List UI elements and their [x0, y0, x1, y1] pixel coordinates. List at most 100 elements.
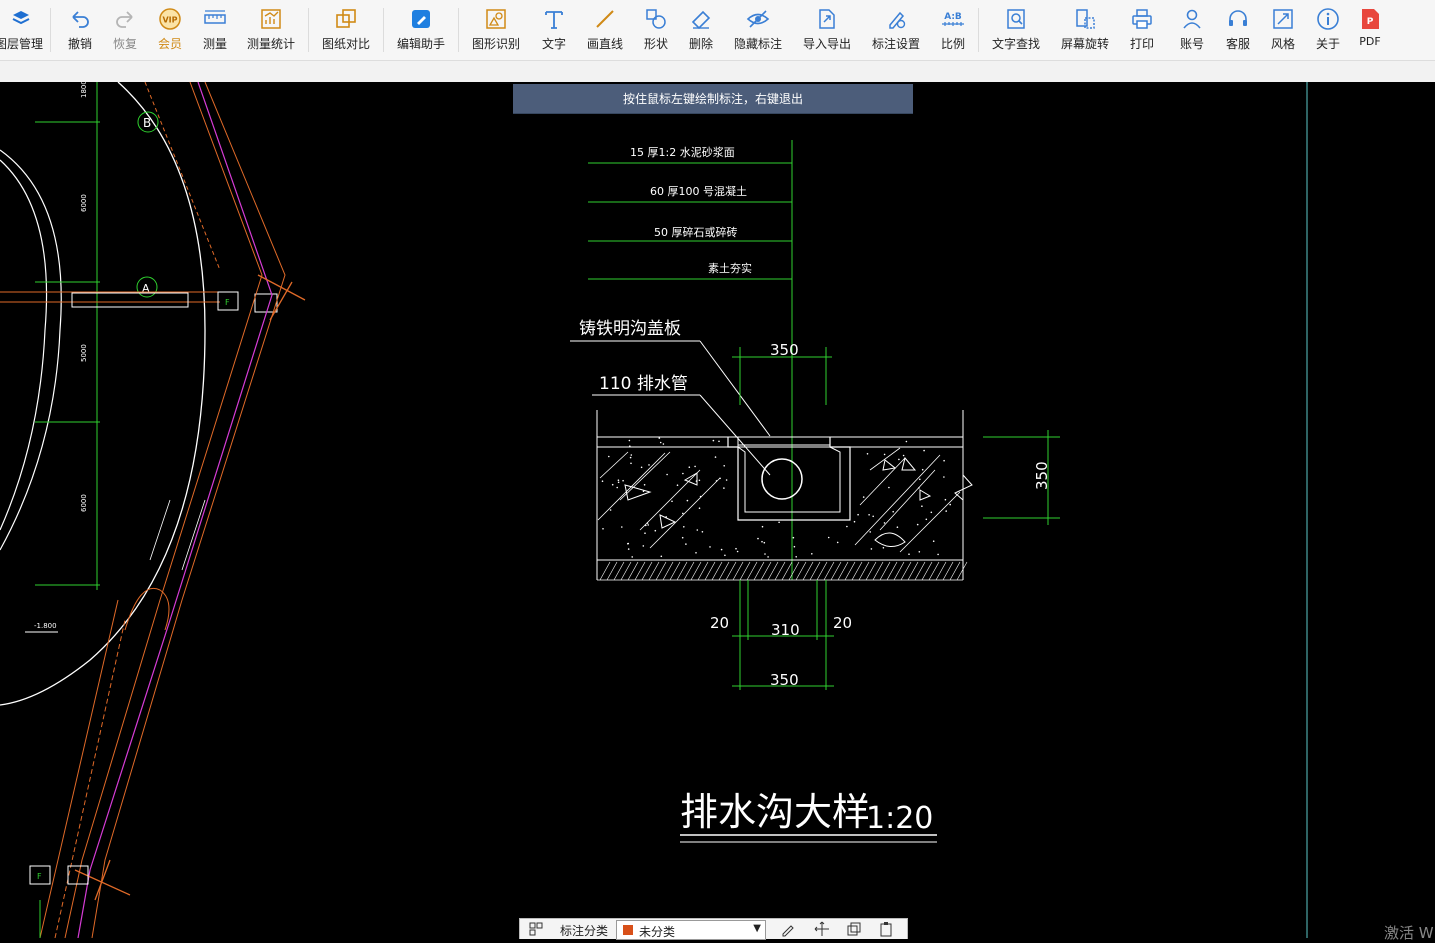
text-icon	[541, 6, 567, 32]
user-icon	[1179, 6, 1205, 32]
toolbar-label: 标注设置	[871, 37, 920, 51]
activation-watermark: 激活 W	[1384, 924, 1434, 942]
dim-mid-310: 310	[771, 621, 800, 639]
draw-line-button[interactable]: 画直线	[585, 6, 625, 56]
layout-icon[interactable]	[528, 921, 544, 937]
plan-mark-f2: F	[37, 872, 42, 881]
import-export-button[interactable]: 导入导出	[802, 6, 852, 56]
paste-icon[interactable]	[878, 921, 894, 937]
redo-icon	[112, 6, 138, 32]
line-icon	[592, 6, 618, 32]
pdf-button[interactable]: P PDF	[1357, 6, 1383, 56]
headset-icon	[1225, 6, 1251, 32]
delete-button[interactable]: 删除	[687, 6, 715, 56]
undo-button[interactable]: 撤销	[66, 6, 94, 56]
shape-recognize-button[interactable]: 图形识别	[471, 6, 521, 56]
layer-label-3: 50 厚碎石或碎砖	[654, 225, 738, 239]
text-search-icon	[1003, 6, 1029, 32]
vip-icon: VIP	[157, 6, 183, 32]
toolbar-label: 导入导出	[802, 37, 851, 51]
category-select[interactable]: 未分类 ▼	[616, 920, 766, 940]
toolbar-label: 图形识别	[471, 37, 520, 51]
layer-manager-button[interactable]: 图层管理	[0, 6, 44, 56]
pipe-label: 110 排水管	[599, 374, 688, 394]
toolbar-label: 屏幕旋转	[1060, 37, 1109, 51]
shapes-button[interactable]: 形状	[642, 6, 670, 56]
category-select-value: 未分类	[639, 925, 676, 939]
toolbar-label: 关于	[1315, 37, 1340, 51]
toolbar-label: 图纸对比	[321, 37, 370, 51]
plan-dim-5000: 5000	[80, 344, 88, 362]
compare-drawings-button[interactable]: 图纸对比	[321, 6, 371, 56]
toolbar-label: 比例	[940, 37, 965, 51]
toolbar-label: 打印	[1129, 37, 1154, 51]
detail-title: 排水沟大样	[680, 790, 870, 834]
plan-dim-1800: 1800	[80, 82, 88, 98]
secondary-bar	[0, 61, 1435, 83]
rotate-screen-button[interactable]: 屏幕旋转	[1060, 6, 1110, 56]
customer-service-button[interactable]: 客服	[1224, 6, 1252, 56]
dim-top: 350	[770, 341, 799, 359]
toolbar-label: PDF	[1359, 35, 1381, 48]
dim-right: 350	[1033, 461, 1051, 490]
measure-stats-button[interactable]: 测量统计	[246, 6, 296, 56]
undo-icon	[67, 6, 93, 32]
pdf-icon: P	[1357, 6, 1383, 32]
plan-view: 1800 6000 5000 6000 B A F F -1.800	[0, 82, 306, 938]
toolbar-label: 隐藏标注	[733, 37, 782, 51]
rotate-screen-icon	[1072, 6, 1098, 32]
toolbar-label: 账号	[1179, 37, 1204, 51]
shapes-icon	[643, 6, 669, 32]
draw-annotation-hint: 按住鼠标左键绘制标注，右键退出	[513, 84, 913, 114]
measure-button[interactable]: 测量	[201, 6, 229, 56]
toolbar-label: 客服	[1225, 37, 1250, 51]
dim-right-20: 20	[833, 614, 852, 632]
about-button[interactable]: 关于	[1314, 6, 1342, 56]
text-tool-button[interactable]: 文字	[540, 6, 568, 56]
scale-icon: A:B	[940, 6, 966, 32]
drain-detail: 15 厚1:2 水泥砂浆面 60 厚100 号混凝土 50 厚碎石或碎砖 素土夯…	[570, 140, 1060, 843]
layer-label-2: 60 厚100 号混凝土	[650, 184, 747, 198]
import-export-icon	[814, 6, 840, 32]
toolbar-label: 测量	[202, 37, 227, 51]
move-icon[interactable]	[814, 921, 830, 937]
ruler-icon	[202, 6, 228, 32]
vip-button[interactable]: VIP 会员	[156, 6, 184, 56]
edit-icon[interactable]	[780, 921, 796, 937]
toolbar-label: 图层管理	[0, 37, 44, 51]
info-icon	[1315, 6, 1341, 32]
layer-label-1: 15 厚1:2 水泥砂浆面	[630, 145, 735, 159]
copy-icon[interactable]	[846, 921, 862, 937]
redo-button[interactable]: 恢复	[111, 6, 139, 56]
toolbar-label: 画直线	[586, 37, 623, 51]
measure-stats-icon	[258, 6, 284, 32]
svg-text:VIP: VIP	[162, 16, 177, 25]
annotation-category-bar: 标注分类 未分类 ▼	[519, 918, 908, 940]
toolbar-label: 撤销	[67, 37, 92, 51]
toolbar-label: 测量统计	[246, 37, 295, 51]
dim-left-20: 20	[710, 614, 729, 632]
hide-eye-icon	[745, 6, 771, 32]
edit-assistant-button[interactable]: 编辑助手	[396, 6, 446, 56]
cover-label: 铸铁明沟盖板	[579, 319, 681, 339]
edit-assistant-icon	[408, 6, 434, 32]
svg-text:P: P	[1367, 17, 1374, 27]
text-search-button[interactable]: 文字查找	[991, 6, 1041, 56]
toolbar-label: 文字查找	[991, 37, 1040, 51]
plan-level: -1.800	[34, 622, 57, 630]
toolbar-label: 形状	[643, 37, 668, 51]
cad-drawing: 1800 6000 5000 6000 B A F F -1.800 15 厚1…	[0, 82, 1308, 938]
print-button[interactable]: 打印	[1128, 6, 1156, 56]
plan-dim-6000b: 6000	[80, 494, 88, 512]
hide-annotations-button[interactable]: 隐藏标注	[733, 6, 783, 56]
layer-label-4: 素土夯实	[708, 261, 752, 275]
plan-mark-f1: F	[225, 298, 230, 307]
account-button[interactable]: 账号	[1178, 6, 1206, 56]
eraser-icon	[688, 6, 714, 32]
toolbar-label: 删除	[688, 37, 713, 51]
plan-dim-6000a: 6000	[80, 194, 88, 212]
annotation-settings-button[interactable]: 标注设置	[871, 6, 921, 56]
style-button[interactable]: 风格	[1269, 6, 1297, 56]
drawing-canvas[interactable]: 1800 6000 5000 6000 B A F F -1.800 15 厚1…	[0, 82, 1435, 938]
scale-button[interactable]: A:B 比例	[939, 6, 967, 56]
